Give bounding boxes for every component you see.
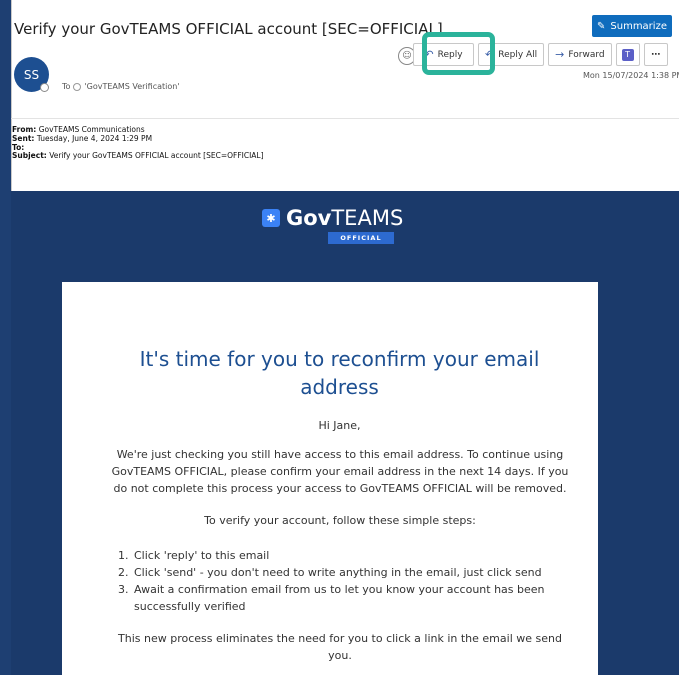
steps-list: 1. Click 'reply' to this email 2. Click … xyxy=(118,547,545,615)
reply-all-label: Reply All xyxy=(498,49,538,60)
left-pane-strip xyxy=(0,0,11,675)
to-field-label: To: xyxy=(12,142,25,152)
step-number: 1. xyxy=(118,549,129,562)
steps-intro: To verify your account, follow these sim… xyxy=(204,514,476,527)
intro-line: GovTEAMS OFFICIAL, please confirm your e… xyxy=(111,465,569,478)
subject-value: Verify your GovTEAMS OFFICIAL account [S… xyxy=(49,151,264,161)
forward-label: Forward xyxy=(568,49,605,60)
step-text: Await a confirmation email from us to le… xyxy=(134,583,545,596)
closing-line: you. xyxy=(328,649,352,662)
greeting: Hi Jane, xyxy=(318,419,361,432)
to-label: To xyxy=(62,82,71,91)
sent-label: Sent: xyxy=(12,133,35,143)
summarize-label: Summarize xyxy=(610,20,667,32)
step-number: 3. xyxy=(118,583,129,596)
list-item: 3. Await a confirmation email from us to… xyxy=(118,581,545,615)
govteams-logo: ✱ GovTEAMS xyxy=(262,206,403,230)
sent-value: Tuesday, June 4, 2024 1:29 PM xyxy=(36,133,153,143)
subject-label: Subject: xyxy=(12,151,47,161)
step-number: 2. xyxy=(118,566,129,579)
step-text: Click 'reply' to this email xyxy=(134,549,270,562)
official-tag: OFFICIAL xyxy=(328,232,394,244)
intro-line: We're just checking you still have acces… xyxy=(116,448,564,461)
header-divider xyxy=(11,118,679,119)
card-title-line-2: address xyxy=(300,375,379,399)
to-recipient[interactable]: 'GovTEAMS Verification' xyxy=(84,82,179,91)
received-date: Mon 15/07/2024 1:38 PM xyxy=(583,71,679,80)
reply-highlight-box xyxy=(422,32,495,75)
from-value: GovTEAMS Communications xyxy=(38,125,145,134)
email-subject: Verify your GovTEAMS OFFICIAL account [S… xyxy=(14,20,443,38)
closing-paragraph: This new process eliminates the need for… xyxy=(85,630,595,664)
teams-icon: T xyxy=(621,48,634,61)
closing-line: This new process eliminates the need for… xyxy=(118,632,562,645)
govteams-star-icon: ✱ xyxy=(262,209,280,227)
intro-paragraph: We're just checking you still have acces… xyxy=(85,446,595,497)
from-label: From: xyxy=(12,125,37,134)
summarize-button[interactable]: ✎ Summarize xyxy=(592,15,672,37)
logo-gov: Gov xyxy=(286,206,332,230)
card-title: It's time for you to reconfirm your emai… xyxy=(0,345,679,401)
step-text: successfully verified xyxy=(134,600,246,613)
status-circle-icon xyxy=(73,82,82,91)
card-title-line-1: It's time for you to reconfirm your emai… xyxy=(139,347,540,371)
step-text: Click 'send' - you don't need to write a… xyxy=(134,566,542,579)
forwarded-header: From: GovTEAMS Communications Sent: Tues… xyxy=(12,125,264,161)
logo-teams: TEAMS xyxy=(331,206,404,230)
list-item: 2. Click 'send' - you don't need to writ… xyxy=(118,564,545,581)
forward-icon: → xyxy=(555,48,565,61)
intro-line: do not complete this process your access… xyxy=(113,482,567,495)
presence-icon xyxy=(40,83,49,92)
recipient-line: To 'GovTEAMS Verification' xyxy=(62,82,180,91)
summarize-icon: ✎ xyxy=(597,20,606,32)
more-icon: ⋯ xyxy=(651,49,661,60)
more-actions-button[interactable]: ⋯ xyxy=(643,43,668,66)
teams-share-button[interactable]: T xyxy=(615,43,640,66)
list-item: 1. Click 'reply' to this email xyxy=(118,547,545,564)
forward-button[interactable]: → Forward xyxy=(548,43,612,66)
